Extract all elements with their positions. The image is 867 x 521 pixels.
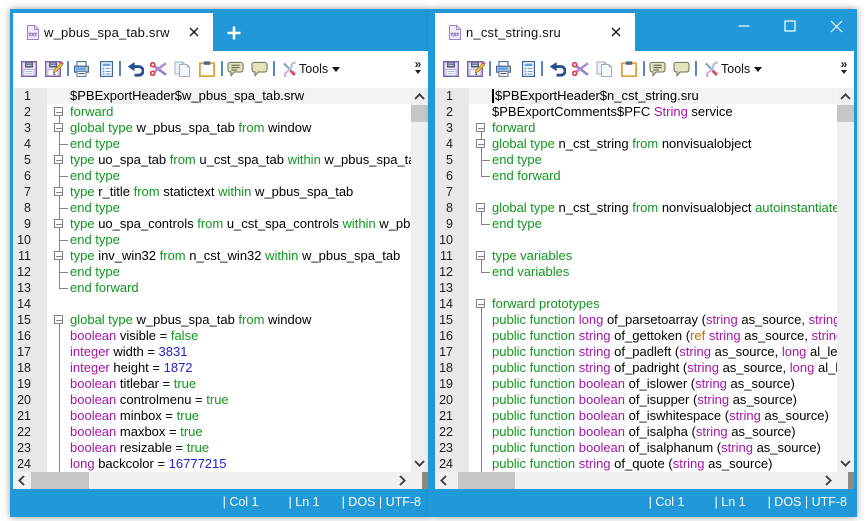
svg-text:TXT: TXT [450, 32, 459, 37]
svg-text:TXT: TXT [28, 32, 37, 37]
